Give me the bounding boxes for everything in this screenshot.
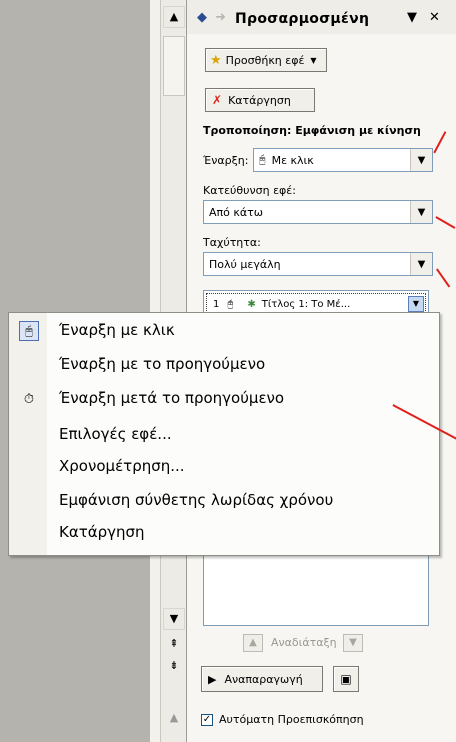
menu-item-start-on-click[interactable]: Έναρξη με κλικ (59, 321, 175, 339)
menu-item-start-after-previous[interactable]: Έναρξη μετά το προηγούμενο (59, 389, 284, 407)
scroll-up-secondary-button[interactable]: ▲ (163, 708, 185, 730)
star-icon: ★ (210, 52, 222, 68)
scroll-thumb[interactable] (163, 36, 185, 96)
chevron-down-icon[interactable]: ▼ (407, 10, 417, 25)
mouse-icon: 🖰 (19, 321, 39, 341)
speed-value: Πολύ μεγάλη (209, 257, 281, 271)
start-label: Έναρξη: (203, 154, 249, 167)
mouse-icon: 🖰 (259, 153, 266, 166)
forward-arrow-icon[interactable]: ➜ (215, 10, 226, 25)
list-item-text: Τίτλος 1: Το Μέ... (261, 298, 351, 310)
effect-context-menu: 🖰 Έναρξη με κλικ Έναρξη με το προηγούμεν… (8, 312, 440, 556)
menu-item-start-with-previous[interactable]: Έναρξη με το προηγούμενο (59, 355, 265, 373)
pane-header: ◆ ➜ Προσαρμοσμένη ▼ ✕ (187, 0, 456, 34)
chevron-down-icon[interactable]: ▼ (410, 201, 432, 223)
previous-slide-button[interactable]: ⇞ (163, 634, 185, 656)
move-up-button[interactable]: ▲ (243, 634, 263, 652)
star-icon: ✱ (247, 298, 256, 310)
pane-title: Προσαρμοσμένη (235, 11, 370, 27)
direction-label: Κατεύθυνση εφέ: (203, 184, 296, 197)
back-arrow-icon[interactable]: ◆ (197, 10, 207, 25)
remove-effect-icon: ✗ (212, 93, 223, 107)
slideshow-button[interactable]: ▣ (333, 666, 359, 692)
autopreview-checkbox[interactable]: ✓ (201, 714, 213, 726)
menu-item-remove[interactable]: Κατάργηση (59, 523, 145, 541)
reorder-label: Αναδιάταξη (271, 636, 337, 649)
speed-label: Ταχύτητα: (203, 236, 261, 249)
start-value: Με κλικ (271, 153, 314, 167)
chevron-down-icon[interactable]: ▼ (410, 149, 432, 171)
speed-select[interactable]: Πολύ μεγάλη ▼ (203, 252, 433, 276)
chevron-down-icon[interactable]: ▼ (408, 296, 424, 312)
play-button[interactable]: ▶ Αναπαραγωγή (201, 666, 323, 692)
remove-button[interactable]: ✗ Κατάργηση (205, 88, 315, 112)
menu-icon-strip (9, 313, 47, 555)
chevron-down-icon[interactable]: ▼ (410, 253, 432, 275)
modify-heading: Τροποποίηση: Εμφάνιση με κίνηση (203, 124, 421, 137)
autopreview-label: Αυτόματη Προεπισκόπηση (219, 713, 364, 726)
clock-icon: ⏱ (23, 391, 35, 407)
scroll-up-button[interactable]: ▲ (163, 6, 185, 28)
chevron-down-icon: ▼ (310, 55, 317, 65)
close-icon[interactable]: ✕ (429, 10, 440, 25)
menu-item-effect-options[interactable]: Επιλογές εφέ... (59, 425, 172, 443)
play-icon: ▶ (208, 672, 217, 686)
menu-item-show-advanced-timeline[interactable]: Εμφάνιση σύνθετης λωρίδας χρόνου (59, 491, 333, 509)
direction-value: Από κάτω (209, 205, 263, 219)
slideshow-icon: ▣ (340, 672, 352, 686)
scroll-down-button[interactable]: ▼ (163, 608, 185, 630)
mouse-icon: 🖰 (227, 298, 234, 310)
play-label: Αναπαραγωγή (224, 672, 303, 686)
remove-label: Κατάργηση (228, 93, 291, 107)
direction-select[interactable]: Από κάτω ▼ (203, 200, 433, 224)
add-effect-button[interactable]: ★ Προσθήκη εφέ ▼ (205, 48, 327, 72)
add-effect-label: Προσθήκη εφέ (225, 53, 305, 67)
start-select[interactable]: 🖰 Με κλικ ▼ (253, 148, 433, 172)
next-slide-button[interactable]: ⇟ (163, 656, 185, 678)
menu-item-timing[interactable]: Χρονομέτρηση... (59, 457, 185, 475)
list-item-number: 1 (213, 298, 220, 310)
move-down-button[interactable]: ▼ (343, 634, 363, 652)
